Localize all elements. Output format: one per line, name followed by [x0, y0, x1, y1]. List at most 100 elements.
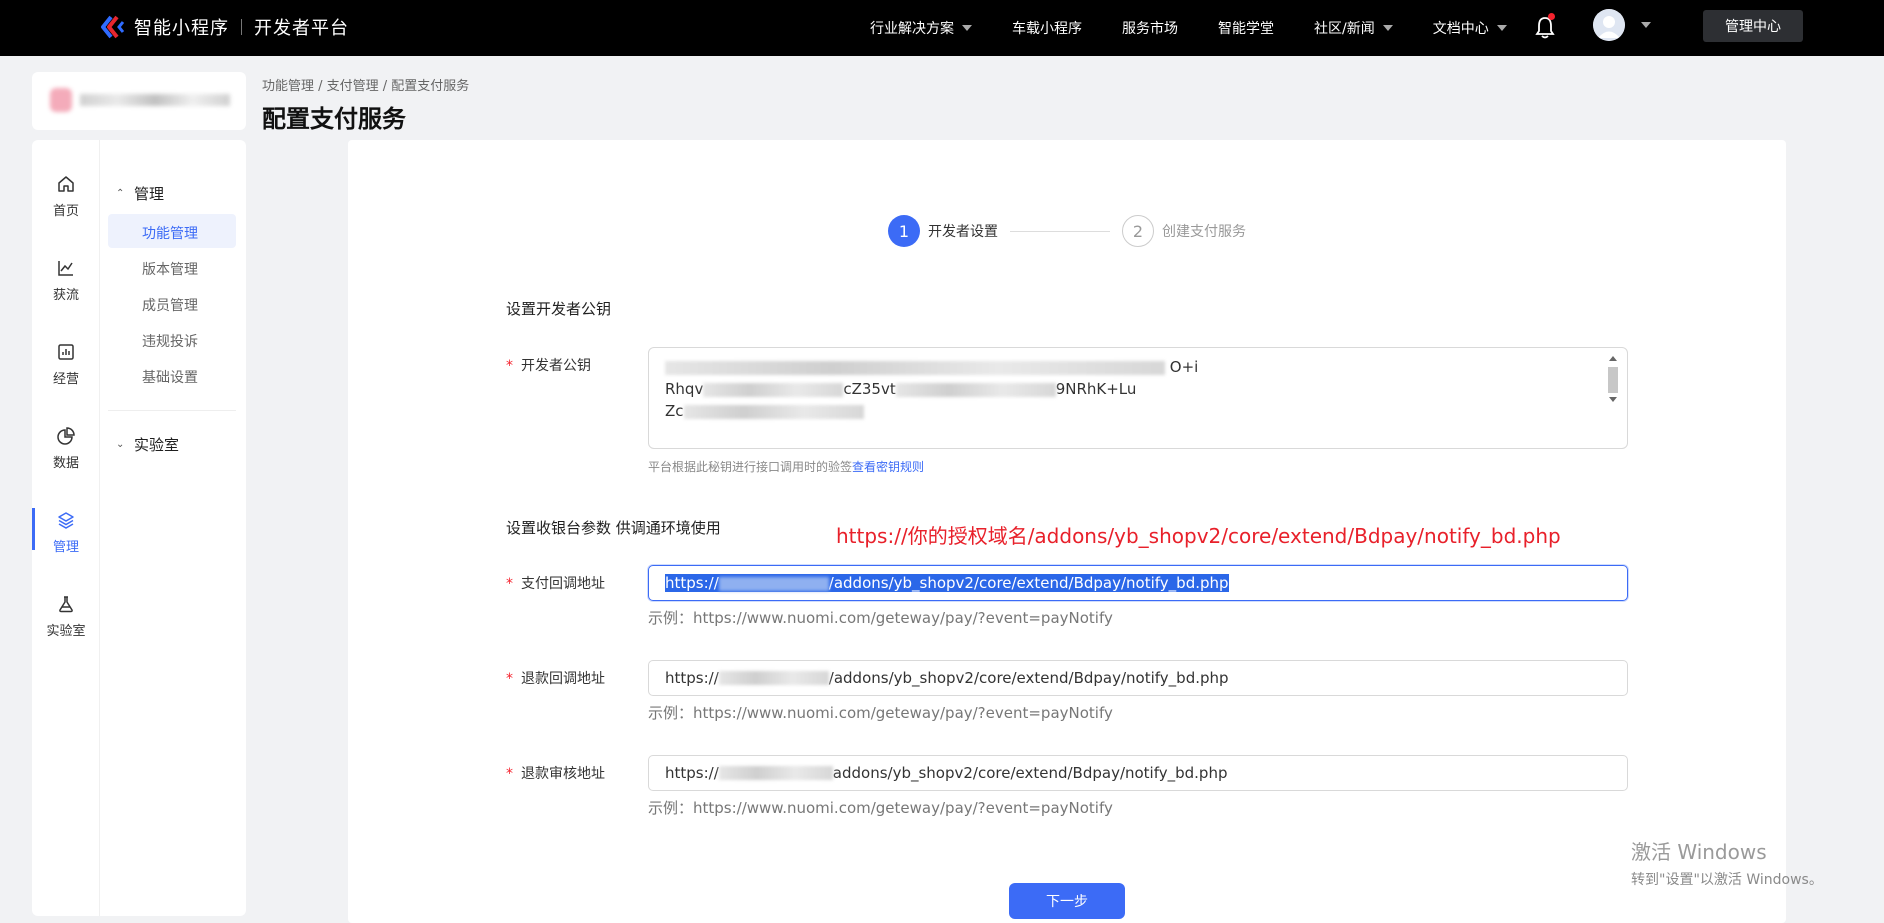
admin-center-button[interactable]: 管理中心 — [1703, 10, 1803, 42]
key-rules-link[interactable]: 查看密钥规则 — [852, 460, 924, 474]
url-suffix: addons/yb_shopv2/core/extend/Bdpay/notif… — [832, 764, 1228, 782]
app-selector[interactable] — [32, 72, 246, 130]
field-label-text: 支付回调地址 — [521, 576, 605, 592]
nav-car-miniprogram[interactable]: 车载小程序 — [1012, 18, 1082, 38]
sidebar-rail: 首页 获流 经营 数据 管理 实验室 — [32, 140, 100, 916]
redacted-text — [895, 382, 1056, 397]
notification-dot — [1548, 13, 1555, 20]
sidebar: 首页 获流 经营 数据 管理 实验室 ⌃ 管理 功能管理 版本管理 成员管理 违… — [32, 140, 246, 916]
nav-docs[interactable]: 文档中心 — [1433, 18, 1507, 38]
submenu-item-version-manage[interactable]: 版本管理 — [142, 259, 198, 279]
page-title: 配置支付服务 — [262, 105, 406, 133]
rail-label: 数据 — [52, 456, 79, 471]
step-1-circle: 1 — [888, 215, 920, 247]
key-fragment: 9NRhK+Lu — [1055, 380, 1137, 398]
url-prefix: https:// — [665, 574, 719, 592]
chevron-down-icon — [962, 25, 972, 31]
pay-callback-example: 示例：https://www.nuomi.com/geteway/pay/?ev… — [648, 609, 1113, 627]
user-avatar-icon — [1593, 9, 1625, 41]
stepper: 1 开发者设置 2 创建支付服务 — [888, 215, 1246, 247]
watermark-line1: 激活 Windows — [1631, 840, 1767, 864]
required-asterisk: * — [506, 358, 513, 374]
required-asterisk: * — [506, 766, 513, 782]
key-fragment: O+i — [1169, 358, 1199, 376]
redacted-text — [718, 576, 829, 591]
brand-divider — [241, 19, 242, 35]
submenu-group-manage[interactable]: ⌃ 管理 — [116, 183, 164, 204]
nav-community[interactable]: 社区/新闻 — [1314, 18, 1393, 38]
rail-item-home[interactable]: 首页 — [32, 166, 100, 226]
chevron-up-icon: ⌃ — [116, 188, 125, 199]
nav-label: 社区/新闻 — [1314, 21, 1375, 37]
rail-label: 经营 — [52, 372, 79, 387]
next-step-button[interactable]: 下一步 — [1009, 883, 1125, 919]
rail-item-traffic[interactable]: 获流 — [32, 250, 100, 310]
brand-logo[interactable]: 智能小程序 开发者平台 — [100, 14, 349, 40]
rail-label: 管理 — [52, 540, 79, 555]
nav-solutions[interactable]: 行业解决方案 — [870, 18, 972, 38]
redacted-text — [703, 382, 844, 397]
url-suffix: /addons/yb_shopv2/core/extend/Bdpay/noti… — [828, 669, 1229, 687]
nav-label: 文档中心 — [1432, 21, 1489, 37]
chevron-down-icon — [1496, 25, 1507, 31]
refund-audit-input[interactable]: https:// addons/yb_shopv2/core/extend/Bdp… — [648, 755, 1628, 791]
submenu-group-label: 管理 — [134, 185, 165, 203]
url-suffix: /addons/yb_shopv2/core/extend/Bdpay/noti… — [828, 574, 1229, 592]
key-fragment: cZ35vt — [843, 380, 896, 398]
rail-item-manage[interactable]: 管理 — [32, 502, 100, 562]
redacted-text — [683, 404, 864, 419]
nav-service-market[interactable]: 服务市场 — [1122, 18, 1178, 38]
submenu-group-lab[interactable]: ⌄ 实验室 — [116, 434, 179, 455]
rail-label: 首页 — [52, 204, 79, 219]
textarea-scrollbar[interactable] — [1607, 356, 1619, 418]
chevron-down-icon: ⌄ — [116, 439, 125, 450]
submenu-item-complaints[interactable]: 违规投诉 — [142, 331, 198, 351]
trend-chart-icon — [58, 261, 73, 276]
step-connector — [1010, 230, 1110, 232]
avatar-chevron-down-icon[interactable] — [1641, 22, 1651, 28]
chevron-down-icon — [1382, 25, 1393, 31]
submenu-item-member-manage[interactable]: 成员管理 — [142, 295, 198, 315]
layers-icon — [58, 512, 74, 529]
brand-title: 智能小程序 — [134, 18, 229, 39]
rail-label: 获流 — [52, 288, 79, 303]
submenu-group-label: 实验室 — [134, 436, 180, 454]
app-logo — [50, 88, 72, 112]
sidebar-submenu: ⌃ 管理 功能管理 版本管理 成员管理 违规投诉 基础设置 ⌄ 实验室 — [100, 140, 246, 916]
developer-key-textarea[interactable]: O+i Rhqv cZ35vt 9NRhK+Lu Zc — [648, 347, 1628, 449]
submenu-item-basic-settings[interactable]: 基础设置 — [142, 367, 198, 387]
submenu-item-feature-manage[interactable]: 功能管理 — [142, 223, 198, 243]
platform-title: 开发者平台 — [254, 18, 349, 39]
scroll-thumb[interactable] — [1608, 367, 1618, 393]
rail-label: 实验室 — [46, 624, 86, 639]
main-nav: 行业解决方案 车载小程序 服务市场 智能学堂 社区/新闻 文档中心 — [870, 0, 1547, 56]
hint-text: 平台根据此秘钥进行接口调用时的验签 — [648, 460, 853, 474]
url-prefix: https:// — [665, 764, 719, 782]
redacted-text — [665, 360, 1165, 375]
developer-key-label: * 开发者公钥 — [506, 355, 591, 375]
main-content: 1 开发者设置 2 创建支付服务 设置开发者公钥 * 开发者公钥 O+i Rhqv… — [348, 140, 1786, 923]
refund-audit-example: 示例：https://www.nuomi.com/geteway/pay/?ev… — [648, 799, 1113, 817]
refund-callback-input[interactable]: https:// /addons/yb_shopv2/core/extend/Bd… — [648, 660, 1628, 696]
key-line-1: O+i — [665, 356, 1611, 378]
developer-key-hint: 平台根据此秘钥进行接口调用时的验签查看密钥规则 — [648, 458, 924, 475]
top-navbar: 智能小程序 开发者平台 行业解决方案 车载小程序 服务市场 智能学堂 社区/新闻… — [0, 0, 1884, 56]
rail-item-lab[interactable]: 实验室 — [32, 586, 100, 646]
key-line-2: Rhqv cZ35vt 9NRhK+Lu — [665, 378, 1611, 400]
breadcrumb[interactable]: 功能管理 / 支付管理 / 配置支付服务 — [262, 75, 469, 94]
nav-academy[interactable]: 智能学堂 — [1218, 18, 1274, 38]
app-name-redacted — [80, 94, 230, 106]
rail-item-data[interactable]: 数据 — [32, 418, 100, 478]
scroll-up-icon[interactable] — [1609, 356, 1617, 361]
rail-item-business[interactable]: 经营 — [32, 334, 100, 394]
pay-callback-input[interactable]: https:// /addons/yb_shopv2/core/extend/Bd… — [648, 565, 1628, 601]
red-annotation: https://你的授权域名/addons/yb_shopv2/core/ext… — [836, 524, 1561, 548]
watermark-line2: 转到"设置"以激活 Windows。 — [1631, 872, 1823, 888]
nav-label: 车载小程序 — [1012, 21, 1082, 37]
avatar[interactable] — [1593, 9, 1625, 41]
submenu-divider — [108, 410, 236, 411]
windows-activation-watermark: 激活 Windows 转到"设置"以激活 Windows。 — [1631, 836, 1823, 889]
section-cashier-title: 设置收银台参数 供调通环境使用 — [506, 519, 721, 537]
scroll-down-icon[interactable] — [1609, 397, 1617, 402]
redacted-text — [718, 766, 833, 780]
